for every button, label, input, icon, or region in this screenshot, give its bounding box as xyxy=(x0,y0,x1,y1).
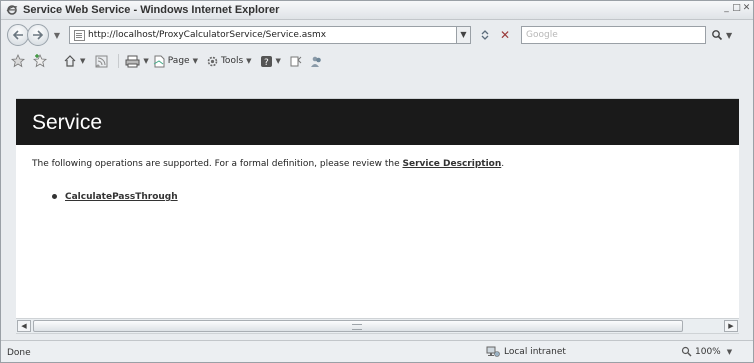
page-content: Service The following operations are sup… xyxy=(16,98,739,318)
window-controls: _ □ ✕ xyxy=(722,3,751,14)
tools-menu-label[interactable]: Tools xyxy=(221,56,243,66)
print-icon[interactable] xyxy=(125,53,140,69)
home-icon[interactable] xyxy=(63,53,77,69)
svg-text:?: ? xyxy=(264,58,269,68)
security-zone[interactable]: Local intranet xyxy=(486,346,566,358)
address-dropdown[interactable]: ▼ xyxy=(457,26,471,44)
service-banner: Service xyxy=(16,99,739,145)
forward-button[interactable] xyxy=(27,24,49,46)
zoom-dropdown-icon[interactable]: ▼ xyxy=(727,348,732,356)
add-favorites-icon[interactable] xyxy=(33,53,47,69)
operation-link-calculatepassthrough[interactable]: CalculatePassThrough xyxy=(65,192,178,202)
service-description-link[interactable]: Service Description xyxy=(402,159,501,169)
search-placeholder: Google xyxy=(526,30,558,40)
back-button[interactable] xyxy=(7,24,29,46)
search-provider-dropdown[interactable]: ▼ xyxy=(726,31,732,40)
research-icon[interactable] xyxy=(289,53,302,69)
status-bar: Done Local intranet 100% ▼ xyxy=(1,340,753,362)
scrollbar-thumb[interactable] xyxy=(33,320,683,332)
scroll-right-arrow-icon[interactable]: ▶ xyxy=(724,320,738,332)
messenger-icon[interactable] xyxy=(310,53,323,69)
stop-icon[interactable]: ✕ xyxy=(497,27,513,43)
browser-window: Service Web Service - Windows Internet E… xyxy=(0,0,754,363)
help-icon[interactable]: ? xyxy=(260,53,273,69)
page-dropdown-icon[interactable]: ▼ xyxy=(193,57,198,65)
bullet-icon xyxy=(52,194,57,199)
favorites-star-icon[interactable] xyxy=(11,53,25,69)
zoom-level: 100% xyxy=(695,346,721,357)
address-field[interactable]: http://localhost/ProxyCalculatorService/… xyxy=(69,26,457,44)
back-arrow-icon xyxy=(12,30,23,40)
minimize-icon[interactable]: _ xyxy=(722,3,731,14)
tools-dropdown-icon[interactable]: ▼ xyxy=(246,57,251,65)
intro-paragraph: The following operations are supported. … xyxy=(32,159,504,169)
intranet-icon xyxy=(486,346,500,357)
feeds-icon[interactable] xyxy=(95,53,108,69)
forward-arrow-icon xyxy=(33,30,44,40)
internet-explorer-icon xyxy=(5,3,19,17)
restore-icon[interactable]: □ xyxy=(732,3,741,14)
zone-label: Local intranet xyxy=(504,347,566,357)
command-separator xyxy=(118,54,120,68)
list-item: CalculatePassThrough xyxy=(52,192,178,202)
page-menu-label[interactable]: Page xyxy=(168,56,190,66)
grip-icon xyxy=(352,324,362,330)
search-input[interactable]: Google xyxy=(521,26,706,44)
intro-text: The following operations are supported. … xyxy=(32,159,403,169)
horizontal-scrollbar[interactable]: ◀ ▶ xyxy=(16,318,739,334)
intro-end: . xyxy=(501,159,505,169)
title-bar: Service Web Service - Windows Internet E… xyxy=(1,1,753,20)
help-dropdown-icon[interactable]: ▼ xyxy=(276,57,281,65)
page-menu-icon[interactable] xyxy=(153,53,166,69)
search-icon[interactable] xyxy=(708,26,726,44)
operations-list: CalculatePassThrough xyxy=(52,192,178,202)
tools-gear-icon[interactable] xyxy=(206,53,219,69)
page-icon xyxy=(74,29,85,41)
home-dropdown-icon[interactable]: ▼ xyxy=(80,57,85,65)
page-heading: Service xyxy=(32,111,103,134)
command-bar: ▼ ▼ Page ▼ Tools ▼ ? ▼ xyxy=(1,50,753,72)
zoom-control[interactable]: 100% ▼ xyxy=(681,346,732,357)
address-url[interactable]: http://localhost/ProxyCalculatorService/… xyxy=(88,30,456,40)
print-dropdown-icon[interactable]: ▼ xyxy=(143,57,148,65)
recent-pages-dropdown[interactable]: ▼ xyxy=(53,31,61,40)
window-title: Service Web Service - Windows Internet E… xyxy=(23,4,280,16)
address-row: ▼ http://localhost/ProxyCalculatorServic… xyxy=(1,20,753,50)
left-frame xyxy=(1,98,16,317)
scroll-left-arrow-icon[interactable]: ◀ xyxy=(17,320,31,332)
right-frame xyxy=(739,98,753,317)
refresh-icon[interactable] xyxy=(477,27,493,43)
close-icon[interactable]: ✕ xyxy=(742,3,751,14)
status-text: Done xyxy=(7,348,31,358)
zoom-magnifier-icon xyxy=(681,346,692,357)
